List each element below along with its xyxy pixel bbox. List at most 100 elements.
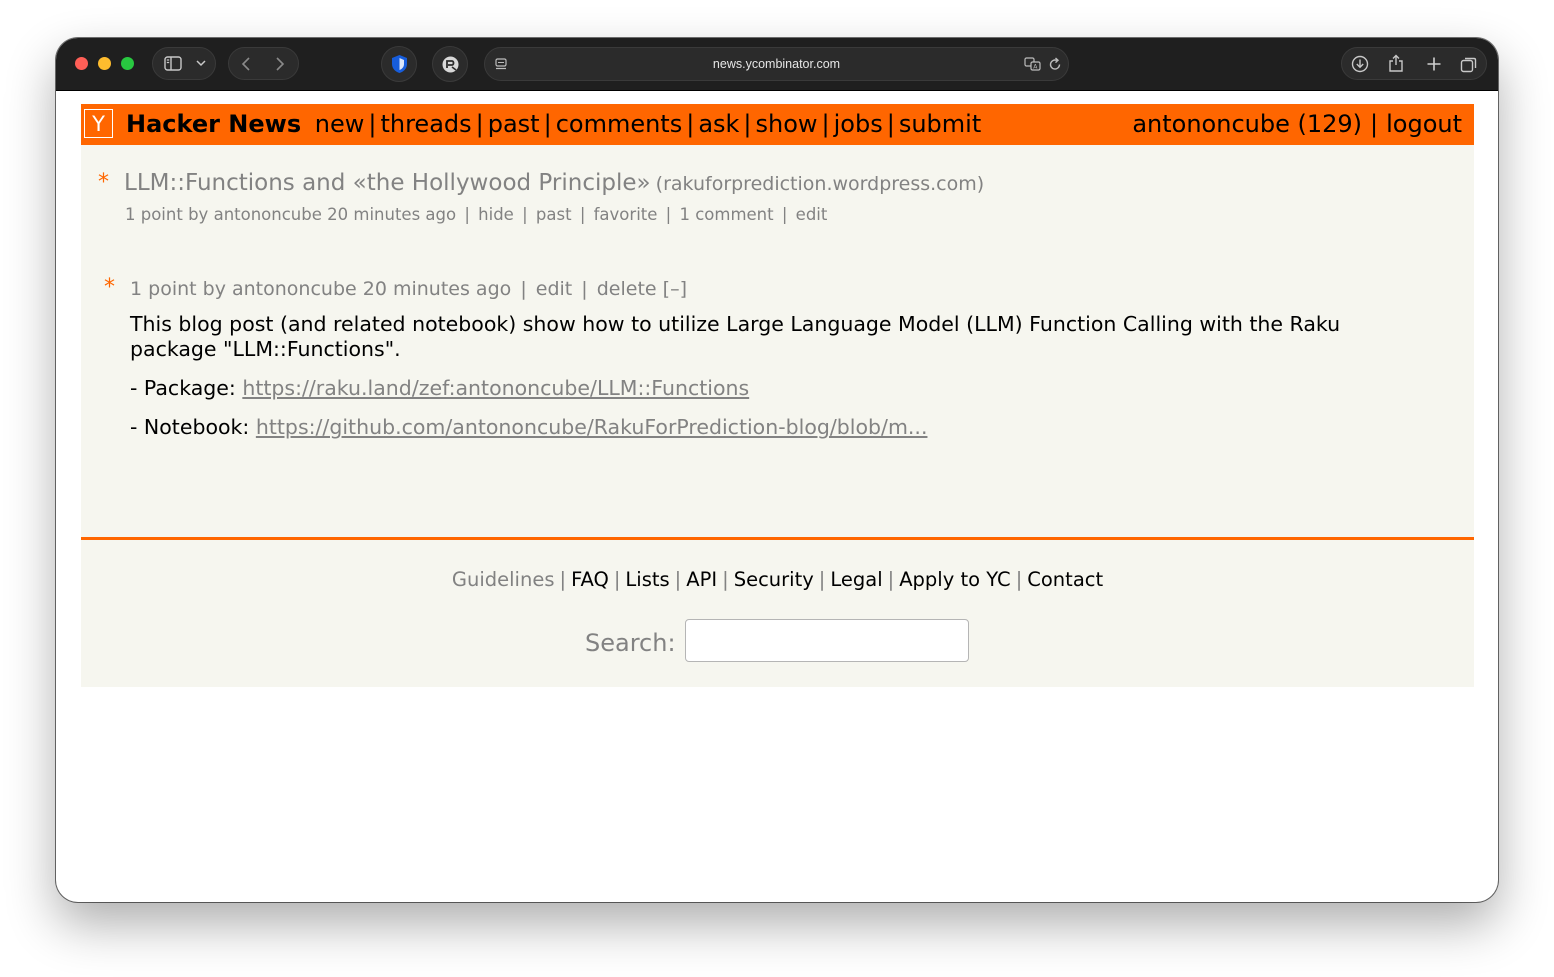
comment-star-icon: * — [104, 275, 115, 300]
address-url: news.ycombinator.com — [712, 57, 841, 71]
footer-separator: | — [674, 568, 682, 591]
subline-separator: | — [522, 205, 528, 224]
comment-edit-link[interactable]: edit — [536, 278, 572, 300]
comhead-separator: | — [581, 278, 588, 300]
story-favorite-link[interactable]: favorite — [594, 205, 658, 224]
sidebar-toggle-group[interactable] — [152, 47, 216, 80]
comment-toggle-link[interactable]: [–] — [663, 278, 687, 300]
story-past-link[interactable]: past — [536, 205, 572, 224]
story-title-line: LLM::Functions and «the Hollywood Princi… — [124, 170, 984, 196]
footer-guidelines-link[interactable]: Guidelines — [452, 568, 555, 591]
comment-notebook-line: - Notebook: https://github.com/antononcu… — [130, 415, 1420, 440]
story-by: by — [188, 205, 209, 224]
story-site-link[interactable]: (rakuforprediction.wordpress.com) — [656, 173, 985, 195]
footer-security-link[interactable]: Security — [734, 568, 814, 591]
hn-header: Y Hacker News new | threads | past | comments |… — [81, 104, 1474, 145]
story-points: 1 point — [125, 205, 183, 224]
user-link[interactable]: antononcube (129) — [1132, 110, 1362, 138]
package-label: - Package: — [130, 376, 236, 400]
nav-ask[interactable]: ask — [698, 110, 739, 138]
subline-separator: | — [579, 205, 586, 224]
sidebar-icon[interactable] — [164, 56, 182, 71]
story-star-icon: * — [98, 170, 109, 195]
footer-api-link[interactable]: API — [686, 568, 717, 591]
browser-toolbar: news.ycombinator.com A — [56, 38, 1498, 91]
nav-threads[interactable]: threads — [380, 110, 471, 138]
comment-package-line: - Package: https://raku.land/zef:antonon… — [130, 376, 1420, 401]
comment-by: by — [202, 278, 226, 300]
footer-lists-link[interactable]: Lists — [625, 568, 669, 591]
footer-faq-link[interactable]: FAQ — [571, 568, 609, 591]
close-window-button[interactable] — [75, 57, 88, 70]
right-toolbar-group — [1341, 47, 1487, 80]
package-link[interactable]: https://raku.land/zef:antononcube/LLM::F… — [242, 376, 749, 400]
history-nav-group — [228, 47, 299, 80]
reload-icon[interactable] — [1048, 57, 1062, 72]
comment-body: This blog post (and related notebook) sh… — [130, 312, 1420, 454]
comment-age-link[interactable]: 20 minutes ago — [363, 278, 512, 300]
nav-separator: | — [475, 110, 484, 138]
comment-head: 1 point by antononcube 20 minutes ago | … — [130, 278, 687, 300]
nav-new[interactable]: new — [315, 110, 365, 138]
download-icon[interactable] — [1351, 55, 1369, 73]
nav-show[interactable]: show — [756, 110, 818, 138]
nav-separator: | — [821, 110, 830, 138]
nav-jobs[interactable]: jobs — [834, 110, 883, 138]
minimize-window-button[interactable] — [98, 57, 111, 70]
subline-separator: | — [464, 205, 470, 224]
zoom-window-button[interactable] — [121, 57, 134, 70]
footer-links: Guidelines | FAQ | Lists | API | Security | Legal |… — [81, 568, 1474, 591]
footer-legal-link[interactable]: Legal — [830, 568, 882, 591]
browser-window: news.ycombinator.com A Y Hacker News new… — [56, 38, 1498, 902]
chevron-down-icon[interactable] — [196, 59, 206, 67]
footer-apply-link[interactable]: Apply to YC — [899, 568, 1011, 591]
story-subline: 1 point by antononcube 20 minutes ago | … — [125, 205, 827, 224]
nav-submit[interactable]: submit — [899, 110, 981, 138]
back-icon[interactable] — [240, 56, 252, 72]
footer-separator: | — [559, 568, 567, 591]
subline-separator: | — [781, 205, 788, 224]
bitwarden-shield-icon — [390, 54, 409, 74]
hn-nav: Hacker News new | threads | past | comments | as… — [126, 110, 981, 138]
story-comments-link[interactable]: 1 comment — [679, 205, 773, 224]
story-author-link[interactable]: antononcube — [214, 205, 322, 224]
notebook-label: - Notebook: — [130, 415, 250, 439]
footer-contact-link[interactable]: Contact — [1027, 568, 1103, 591]
subline-separator: | — [665, 205, 672, 224]
story-edit-link[interactable]: edit — [796, 205, 828, 224]
nav-separator: | — [686, 110, 695, 138]
tabs-overview-icon[interactable] — [1460, 56, 1478, 73]
nav-separator: | — [1370, 110, 1379, 138]
user-area: antononcube (129) | logout — [1132, 110, 1462, 138]
nav-comments[interactable]: comments — [556, 110, 683, 138]
comment-author-link[interactable]: antononcube — [232, 278, 357, 300]
comment-delete-link[interactable]: delete — [597, 278, 657, 300]
share-icon[interactable] — [1388, 54, 1404, 73]
footer-separator: | — [887, 568, 895, 591]
nav-separator: | — [543, 110, 552, 138]
address-bar[interactable]: news.ycombinator.com A — [484, 47, 1069, 81]
comment-points: 1 point — [130, 278, 197, 300]
footer-separator: | — [722, 568, 729, 591]
search-input[interactable] — [685, 619, 969, 662]
privacy-extension-button[interactable] — [432, 46, 468, 82]
notebook-link[interactable]: https://github.com/antononcube/RakuForPr… — [256, 415, 928, 439]
privacy-extension-icon — [441, 55, 460, 74]
footer-separator: | — [818, 568, 826, 591]
new-tab-icon[interactable] — [1426, 56, 1442, 72]
nav-separator: | — [743, 110, 752, 138]
logout-link[interactable]: logout — [1386, 110, 1462, 138]
story-title-link[interactable]: LLM::Functions and «the Hollywood Princi… — [124, 170, 651, 196]
story-hide-link[interactable]: hide — [478, 205, 514, 224]
translate-icon[interactable]: A — [1024, 57, 1042, 71]
brand-link[interactable]: Hacker News — [126, 110, 301, 138]
search-label: Search: — [585, 629, 676, 657]
forward-icon[interactable] — [274, 56, 286, 72]
footer-separator: | — [1015, 568, 1023, 591]
hn-logo[interactable]: Y — [84, 109, 113, 138]
nav-past[interactable]: past — [488, 110, 540, 138]
footer-separator: | — [613, 568, 621, 591]
story-age-link[interactable]: 20 minutes ago — [327, 205, 456, 224]
comment-text: This blog post (and related notebook) sh… — [130, 312, 1341, 361]
bitwarden-extension-button[interactable] — [381, 46, 417, 82]
